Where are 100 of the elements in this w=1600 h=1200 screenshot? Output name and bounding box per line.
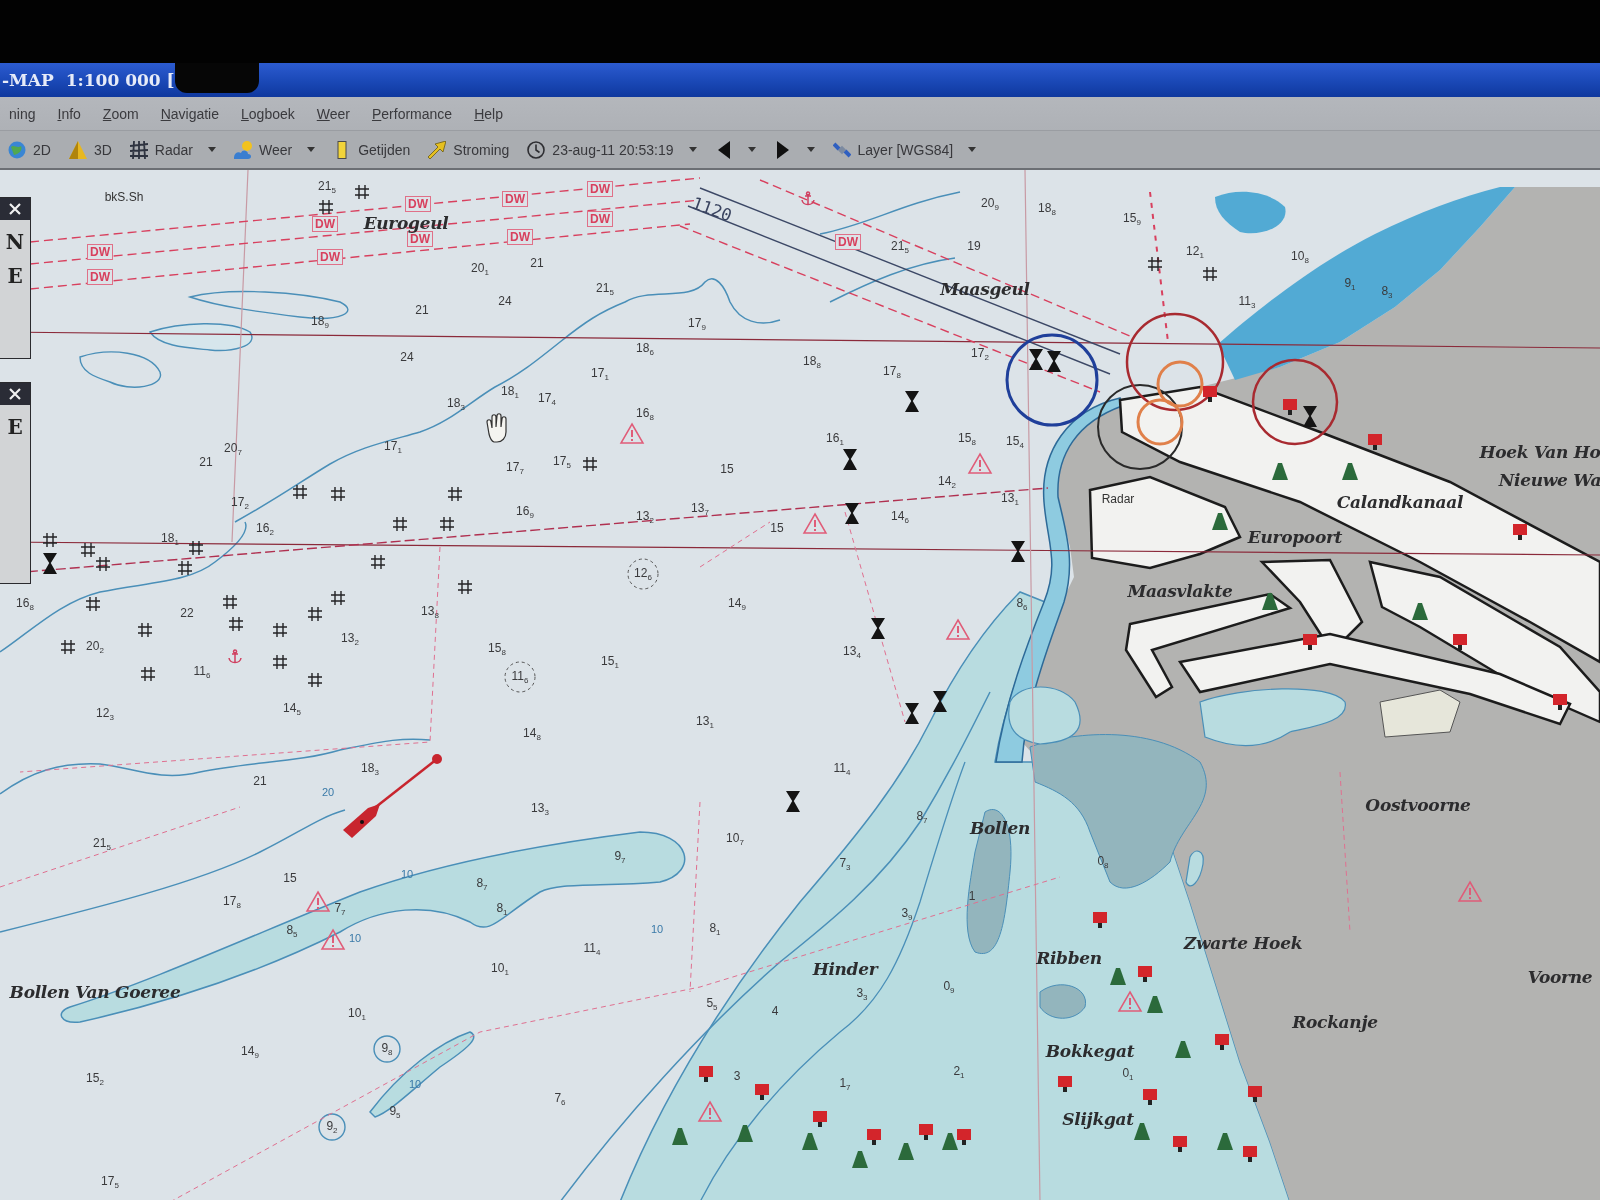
- depth-sounding: 18$_{1}$: [501, 385, 519, 399]
- lane-label: DW: [835, 234, 861, 250]
- depth-sounding: 17$_{5}$: [553, 455, 571, 469]
- hash-symbol-icon: [95, 556, 111, 572]
- menu-item[interactable]: Zoom: [93, 103, 148, 124]
- cardinal-mark-icon: [905, 391, 919, 412]
- warning-triangle-icon: [697, 1100, 723, 1122]
- place-name: Rockanje: [1292, 1012, 1378, 1032]
- hash-symbol-icon: [177, 560, 193, 576]
- menu-item[interactable]: Logboek: [232, 103, 304, 124]
- place-name: Ribben: [1036, 948, 1102, 968]
- depth-sounding: 18$_{3}$: [361, 762, 379, 776]
- depth-sounding: 9$_{8}$: [381, 1042, 393, 1056]
- hash-symbol-icon: [85, 596, 101, 612]
- toolbar-button[interactable]: 23-aug-11 20:53:19: [519, 137, 705, 162]
- warning-triangle-icon: [1457, 880, 1483, 902]
- depth-sounding: 15: [770, 522, 784, 536]
- depth-sounding: 9$_{7}$: [614, 850, 626, 864]
- depth-sounding: 21: [253, 775, 267, 789]
- can-buoy-icon: [1203, 386, 1217, 402]
- depth-sounding: 16$_{1}$: [826, 432, 844, 446]
- menu-item[interactable]: Help: [465, 103, 512, 124]
- close-icon[interactable]: [9, 388, 21, 400]
- cone-buoy-icon: [1262, 593, 1278, 610]
- depth-sounding: 21$_{5}$: [93, 837, 111, 851]
- hash-symbol-icon: [140, 666, 156, 682]
- warning-triangle-icon: [967, 452, 993, 474]
- cardinal-mark-icon: [1047, 351, 1061, 372]
- depth-sounding: 5$_{5}$: [706, 997, 718, 1011]
- toolbar-button[interactable]: 2D: [0, 137, 59, 162]
- depth-sounding: 14$_{9}$: [728, 597, 746, 611]
- cone-buoy-icon: [802, 1133, 818, 1150]
- warning-triangle-icon: [320, 928, 346, 950]
- hash-symbol-icon: [330, 486, 346, 502]
- depth-sounding: 10$_{1}$: [348, 1007, 366, 1021]
- toolbar-button[interactable]: 3D: [60, 137, 120, 162]
- depth-sounding: 11$_{6}$: [193, 665, 211, 679]
- pyramid-icon: [68, 140, 87, 159]
- boundary-line: [699, 521, 771, 568]
- toolbar-button[interactable]: Radar: [121, 137, 224, 162]
- dashed-circle: [504, 661, 536, 693]
- menu-item[interactable]: Weer: [307, 103, 359, 124]
- depth-sounding: 14$_{6}$: [891, 510, 909, 524]
- depth-sounding: 16$_{8}$: [16, 597, 34, 611]
- menu-item[interactable]: Info: [48, 103, 90, 124]
- menu-item[interactable]: Performance: [362, 103, 462, 124]
- depth-sounding: 10$_{1}$: [491, 962, 509, 976]
- place-name: Hinder: [812, 959, 878, 979]
- depth-sounding: 14$_{5}$: [283, 702, 301, 716]
- hash-symbol-icon: [447, 486, 463, 502]
- depth-sounding: 8$_{1}$: [496, 902, 508, 916]
- depth-sounding: 13$_{1}$: [696, 715, 714, 729]
- depth-sounding: 3$_{3}$: [856, 987, 868, 1001]
- cone-buoy-icon: [1412, 603, 1428, 620]
- depth-sounding: 15$_{4}$: [1006, 435, 1024, 449]
- depth-sounding: 20$_{2}$: [86, 640, 104, 654]
- hash-symbol-icon: [370, 554, 386, 570]
- depth-sounding: 9$_{5}$: [389, 1105, 401, 1119]
- boat-icon: [343, 754, 442, 838]
- can-buoy-icon: [1143, 1089, 1157, 1105]
- panel-letter: N: [5, 230, 25, 254]
- contour-label: 10: [650, 922, 664, 936]
- can-buoy-icon: [1368, 434, 1382, 450]
- place-name: Bollen Van Goeree: [9, 982, 181, 1002]
- can-buoy-icon: [813, 1111, 827, 1127]
- globe-icon: [8, 140, 26, 159]
- place-name: Nieuwe Wa: [1498, 470, 1600, 490]
- depth-sounding: 11$_{6}$: [511, 670, 529, 684]
- can-buoy-icon: [1283, 399, 1297, 415]
- depth-sounding: 11$_{4}$: [583, 942, 601, 956]
- cardinal-mark-icon: [871, 618, 885, 639]
- depth-sounding: 11$_{3}$: [1238, 295, 1256, 309]
- toolbar-button[interactable]: Weer: [225, 137, 324, 162]
- can-buoy-icon: [1248, 1086, 1262, 1102]
- lane-label: DW: [587, 211, 613, 227]
- can-buoy-icon: [699, 1066, 713, 1082]
- hash-symbol-icon: [272, 654, 288, 670]
- depth-sounding: 21: [415, 304, 429, 318]
- place-name: Slijkgat: [1062, 1109, 1134, 1129]
- depth-sounding: 17$_{2}$: [971, 347, 989, 361]
- menu-item[interactable]: ning: [0, 103, 45, 124]
- toolbar-button[interactable]: Getijden: [325, 137, 419, 162]
- cardinal-mark-icon: [1303, 406, 1317, 427]
- panel-letter: E: [7, 264, 23, 288]
- toolbar-button[interactable]: Layer [WGS84]: [824, 137, 985, 162]
- cone-buoy-icon: [1147, 996, 1163, 1013]
- depth-sounding: 18$_{1}$: [161, 532, 179, 546]
- depth-sounding: 0$_{9}$: [943, 980, 955, 994]
- close-icon[interactable]: [9, 203, 21, 215]
- chart-label: bkS.Sh: [104, 191, 144, 205]
- place-name: Eurogeul: [363, 213, 449, 233]
- hash-symbol-icon: [292, 484, 308, 500]
- menu-item[interactable]: Navigatie: [151, 103, 229, 124]
- can-buoy-icon: [1553, 694, 1567, 710]
- cardinal-mark-icon: [43, 553, 57, 574]
- place-name: Maasvlakte: [1127, 581, 1233, 601]
- hash-symbol-icon: [228, 616, 244, 632]
- place-name: Voorne: [1527, 967, 1593, 987]
- toolbar-button[interactable]: Stroming: [420, 137, 518, 162]
- depth-sounding: 17$_{2}$: [231, 496, 249, 510]
